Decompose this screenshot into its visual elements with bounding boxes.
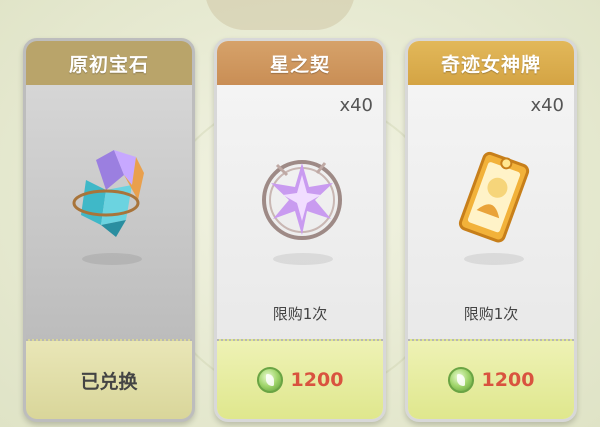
card-title: 奇迹女神牌 [408, 41, 574, 85]
miracle-goddess-card-icon [458, 151, 530, 243]
primordial-gem-icon [72, 150, 144, 237]
green-leaf-coin-icon [447, 367, 474, 393]
card-body: x40 限购1次 [408, 85, 574, 341]
price-label: 1200 [481, 369, 535, 391]
card-body: x40 限购1次 [217, 85, 383, 341]
shop-card-star-contract[interactable]: 星之契 x40 限购1次 1200 [214, 38, 386, 422]
star-contract-icon [262, 160, 342, 240]
shop-card-miracle-goddess[interactable]: 奇迹女神牌 x40 限购1次 1200 [405, 38, 577, 422]
green-leaf-coin-icon [256, 367, 283, 393]
card-title: 原初宝石 [26, 41, 192, 85]
exchanged-status: 已兑换 [26, 339, 192, 419]
purchase-limit: 限购1次 [463, 305, 519, 323]
shop-card-primordial-gem[interactable]: 原初宝石 已兑换 [23, 38, 195, 422]
price-label: 1200 [290, 369, 344, 391]
card-title: 星之契 [217, 41, 383, 85]
purchase-limit: 限购1次 [272, 305, 328, 323]
background-figure [205, 0, 355, 30]
card-body [26, 85, 192, 341]
quantity-label: x40 [339, 95, 373, 116]
icon-shadow [464, 253, 524, 265]
status-label: 已兑换 [80, 370, 138, 393]
price-button[interactable]: 1200 [217, 339, 383, 419]
price-button[interactable]: 1200 [408, 339, 574, 419]
icon-shadow [82, 253, 142, 265]
icon-shadow [273, 253, 333, 265]
quantity-label: x40 [530, 95, 564, 116]
